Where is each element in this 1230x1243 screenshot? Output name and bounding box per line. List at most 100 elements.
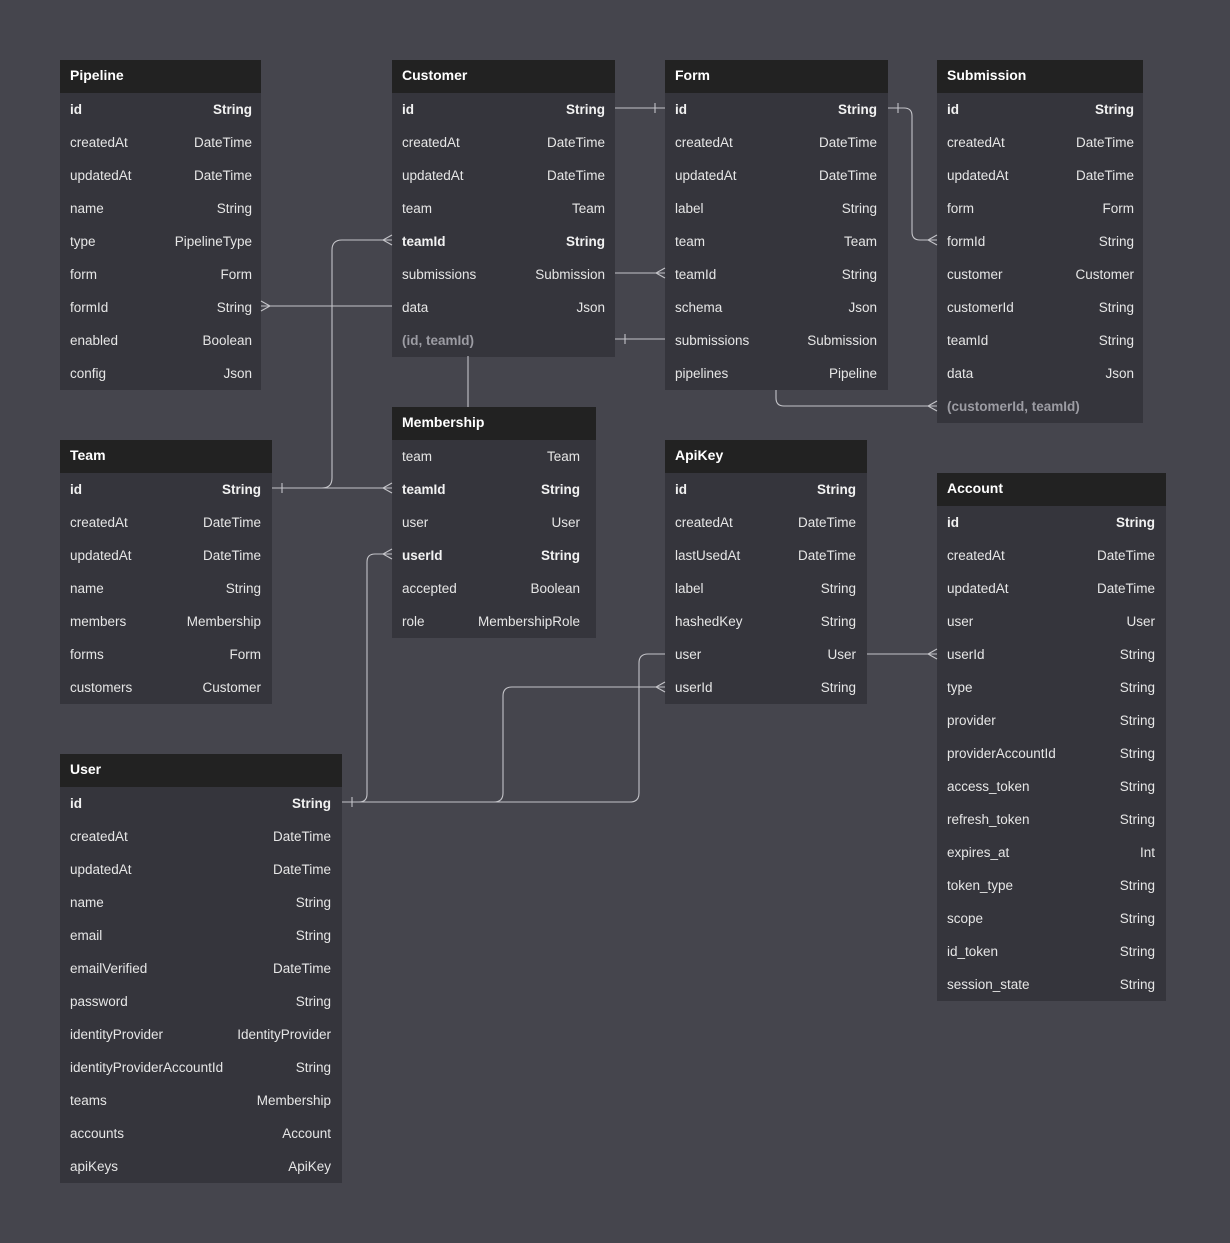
field-name: teamId	[947, 333, 989, 348]
field-row: (id, teamId)	[392, 324, 615, 357]
entity-title: Account	[937, 473, 1166, 506]
field-name: user	[947, 614, 974, 629]
field-row: (customerId, teamId)	[937, 390, 1143, 423]
field-type: String	[1119, 680, 1155, 695]
field-type: String	[541, 482, 580, 497]
field-type: Int	[1139, 845, 1155, 860]
field-type: DateTime	[546, 135, 605, 150]
field-name: id	[402, 102, 414, 117]
field-name: data	[402, 300, 429, 315]
field-name: name	[70, 581, 104, 596]
field-type: User	[827, 647, 856, 662]
field-type: String	[1119, 779, 1155, 794]
entity-title: Customer	[392, 60, 615, 93]
field-type: DateTime	[1075, 168, 1134, 183]
field-row: name String	[60, 572, 272, 605]
field-name: provider	[947, 713, 996, 728]
field-row: teamId String	[392, 473, 596, 506]
field-row: teamId String	[665, 258, 888, 291]
field-name: updatedAt	[675, 168, 737, 183]
field-row: submissions Submission	[392, 258, 615, 291]
er-diagram-canvas: Pipeline id String createdAt DateTime updated…	[0, 0, 1230, 1243]
field-type: Json	[848, 300, 877, 315]
field-type: User	[1126, 614, 1155, 629]
field-row: teams Membership	[60, 1084, 342, 1117]
field-name: token_type	[947, 878, 1014, 893]
field-type: String	[1119, 713, 1155, 728]
entity-pipeline[interactable]: Pipeline id String createdAt DateTime updated…	[60, 60, 261, 390]
entity-title: Form	[665, 60, 888, 93]
field-type: DateTime	[1096, 548, 1155, 563]
entity-title: User	[60, 754, 342, 787]
field-type: DateTime	[1096, 581, 1155, 596]
field-name: createdAt	[70, 829, 128, 844]
field-type: Submission	[535, 267, 605, 282]
field-row: updatedAt DateTime	[937, 572, 1166, 605]
field-name: updatedAt	[70, 168, 132, 183]
field-type: Account	[282, 1126, 331, 1141]
field-row: providerAccountId String	[937, 737, 1166, 770]
field-row: createdAt DateTime	[60, 506, 272, 539]
field-row: createdAt DateTime	[392, 126, 615, 159]
field-name: createdAt	[947, 548, 1005, 563]
field-type: String	[820, 614, 856, 629]
entity-submission[interactable]: Submission id String createdAt DateTime updat…	[937, 60, 1143, 423]
field-name: identityProvider	[70, 1027, 164, 1042]
field-row: updatedAt DateTime	[937, 159, 1143, 192]
field-type: DateTime	[202, 548, 261, 563]
field-type: String	[566, 234, 605, 249]
field-type: User	[551, 515, 580, 530]
field-row: formId String	[937, 225, 1143, 258]
field-row: id String	[60, 787, 342, 820]
field-type: Json	[1105, 366, 1134, 381]
entity-title: Submission	[937, 60, 1143, 93]
field-row: userId String	[665, 671, 867, 704]
entity-team[interactable]: Team id String createdAt DateTime updatedAt Da…	[60, 440, 272, 704]
field-type: DateTime	[272, 862, 331, 877]
field-type: Customer	[1075, 267, 1134, 282]
field-name: accepted	[402, 581, 457, 596]
field-name: userId	[947, 647, 985, 662]
field-row: updatedAt DateTime	[392, 159, 615, 192]
field-row: data Json	[392, 291, 615, 324]
field-type: String	[1119, 977, 1155, 992]
field-row: expires_at Int	[937, 836, 1166, 869]
field-type: String	[1119, 878, 1155, 893]
field-name: apiKeys	[70, 1159, 119, 1174]
field-type: String	[216, 201, 252, 216]
field-row: createdAt DateTime	[665, 126, 888, 159]
field-type: DateTime	[818, 168, 877, 183]
field-name: identityProviderAccountId	[70, 1060, 224, 1075]
field-type: String	[1116, 515, 1155, 530]
entity-membership[interactable]: Membership team Team teamId String user User us…	[392, 407, 596, 638]
field-row: updatedAt DateTime	[60, 159, 261, 192]
entity-customer[interactable]: Customer id String createdAt DateTime updated…	[392, 60, 615, 357]
field-type: DateTime	[202, 515, 261, 530]
field-row: label String	[665, 572, 867, 605]
entity-account[interactable]: Account id String createdAt DateTime updatedA…	[937, 473, 1166, 1001]
field-row: id String	[60, 93, 261, 126]
field-row: user User	[937, 605, 1166, 638]
field-row: type String	[937, 671, 1166, 704]
field-name: (id, teamId)	[402, 333, 475, 348]
field-type: ApiKey	[288, 1159, 331, 1174]
field-row: updatedAt DateTime	[665, 159, 888, 192]
field-type: Json	[576, 300, 605, 315]
field-type: String	[1098, 333, 1134, 348]
field-row: team Team	[392, 192, 615, 225]
field-row: config Json	[60, 357, 261, 390]
entity-apikey[interactable]: ApiKey id String createdAt DateTime lastUsedA…	[665, 440, 867, 704]
entity-form[interactable]: Form id String createdAt DateTime updatedAt Da…	[665, 60, 888, 390]
field-row: accounts Account	[60, 1117, 342, 1150]
field-name: createdAt	[675, 515, 733, 530]
field-type: Membership	[256, 1093, 331, 1108]
field-type: PipelineType	[174, 234, 252, 249]
entity-user[interactable]: User id String createdAt DateTime updatedAt Da…	[60, 754, 342, 1183]
field-name: customers	[70, 680, 133, 695]
field-name: email	[70, 928, 103, 943]
field-row: identityProviderAccountId String	[60, 1051, 342, 1084]
field-type: String	[295, 994, 331, 1009]
field-type: DateTime	[272, 829, 331, 844]
field-type: MembershipRole	[477, 614, 580, 629]
field-name: hashedKey	[675, 614, 743, 629]
